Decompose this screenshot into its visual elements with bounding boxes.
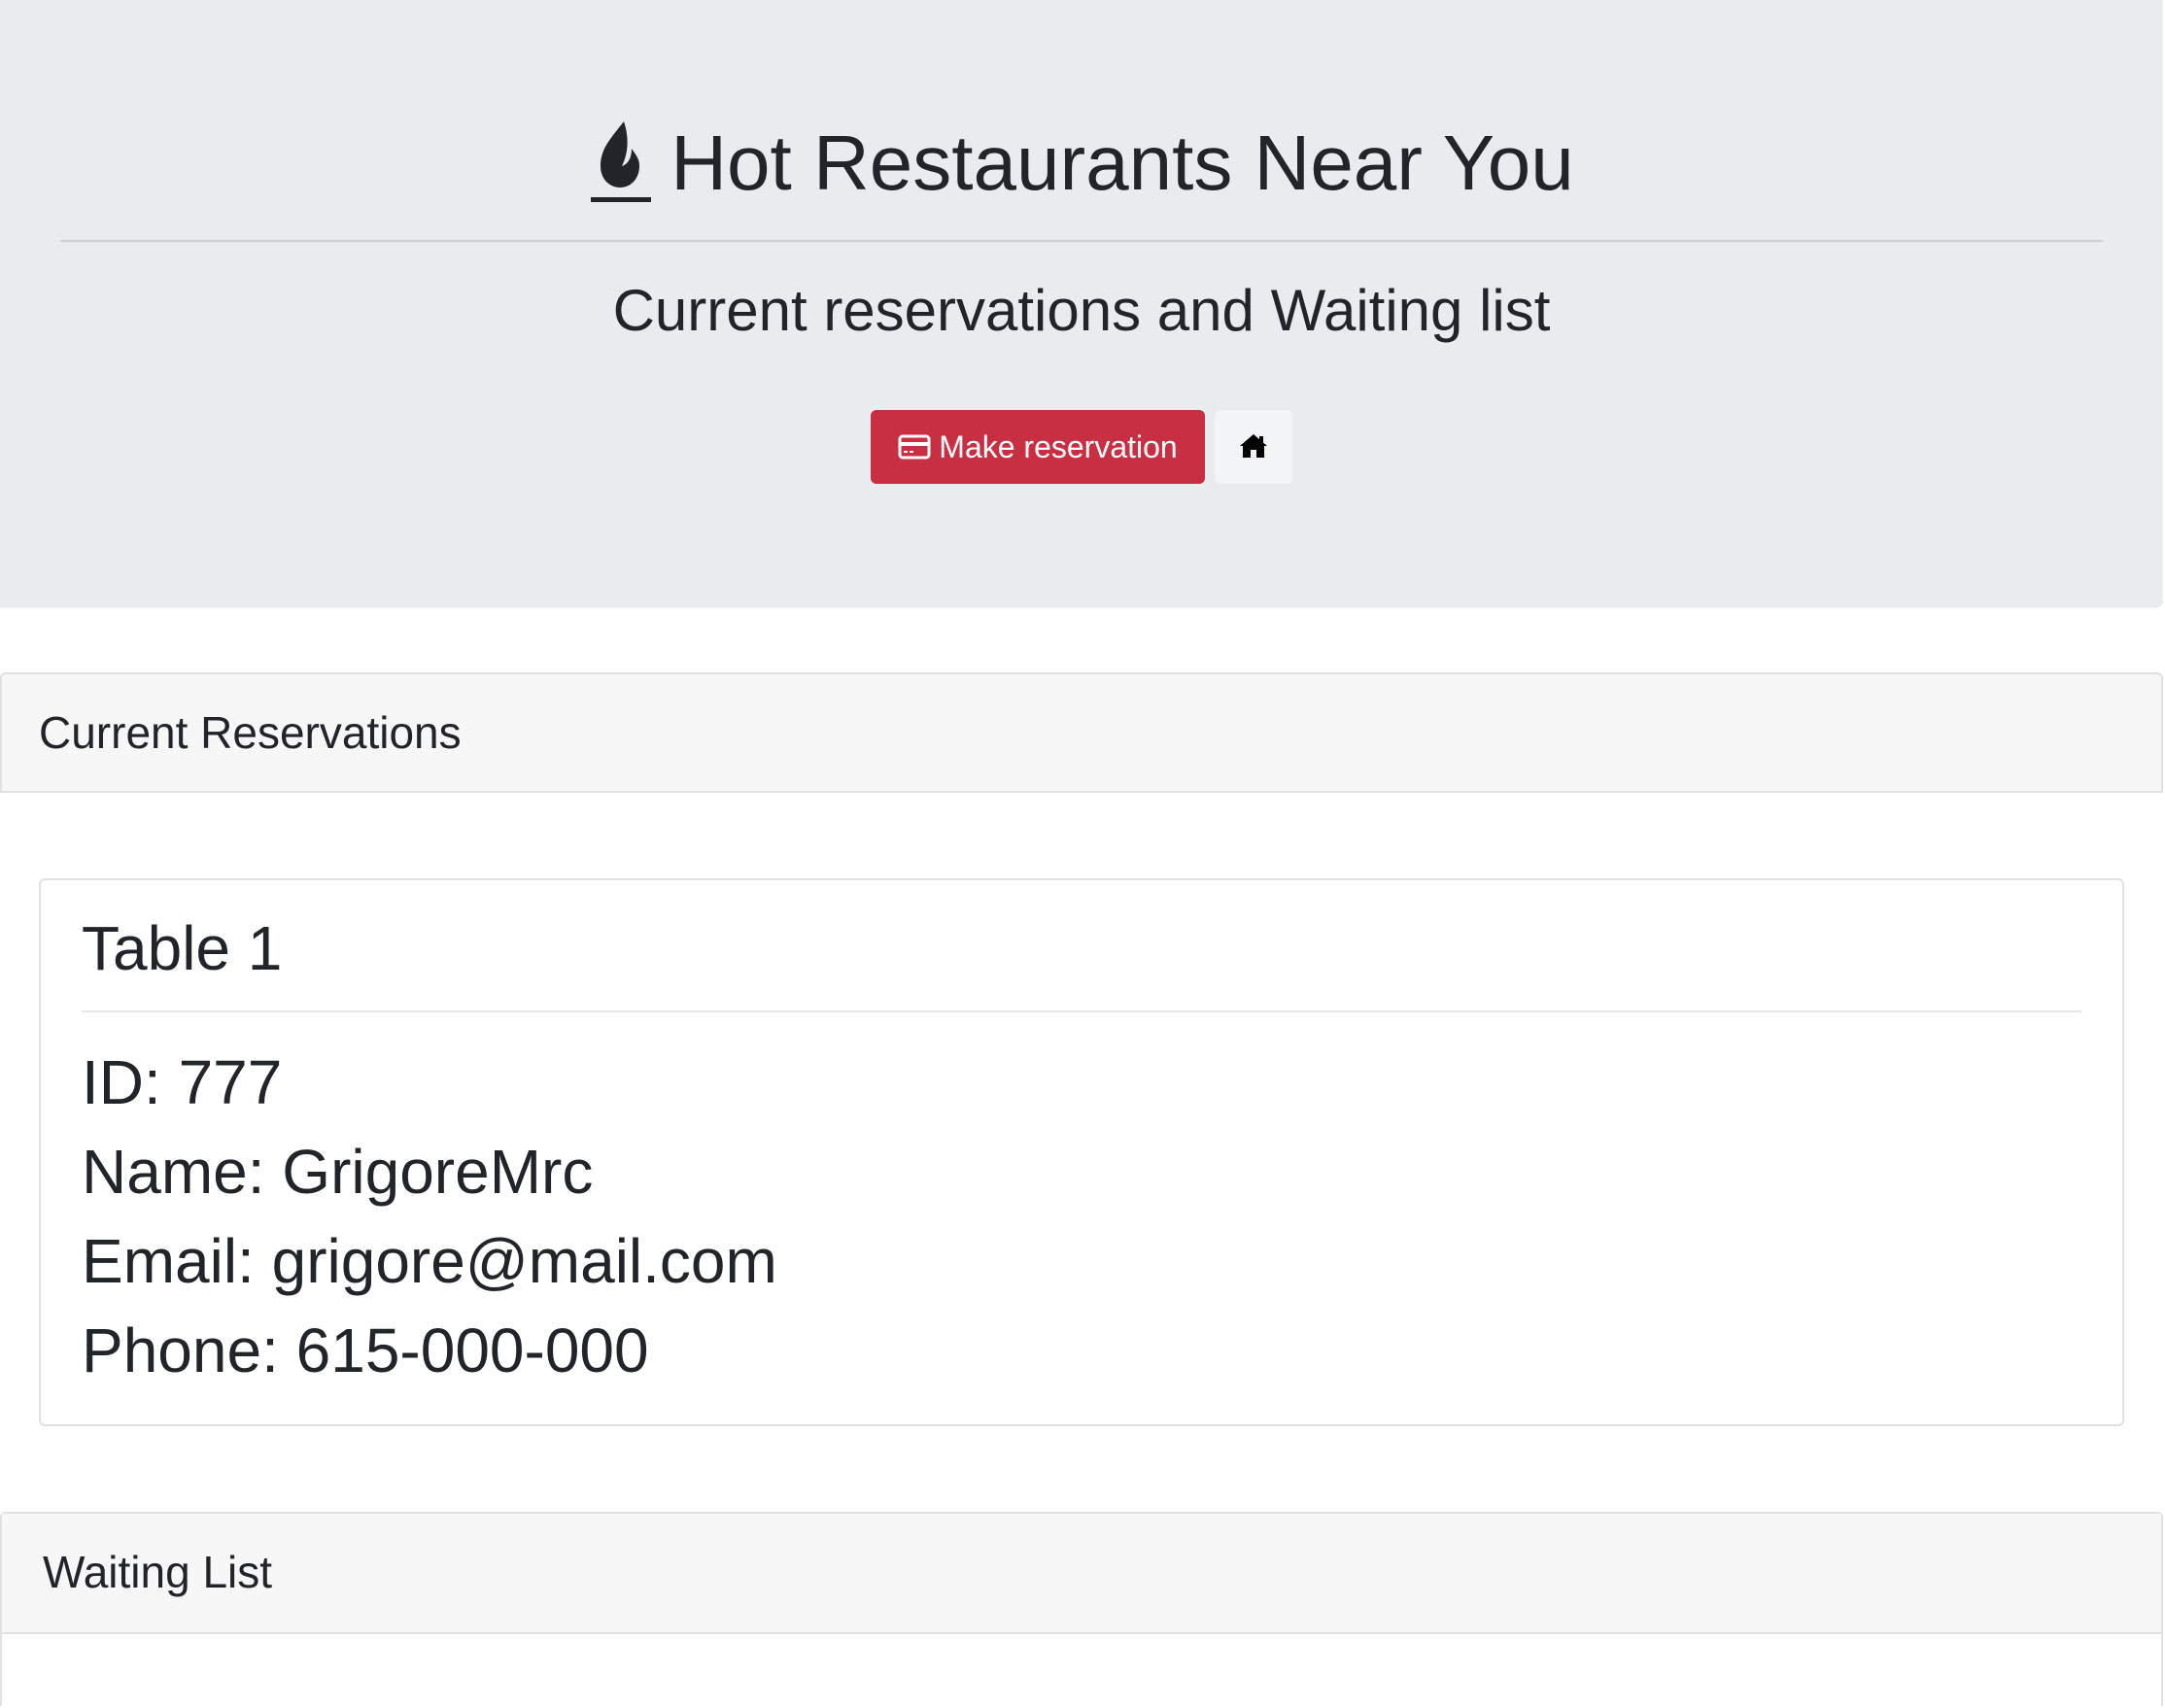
- make-reservation-button[interactable]: Make reservation: [871, 410, 1205, 484]
- header-divider: [60, 240, 2103, 242]
- waiting-list-card: Waiting List: [0, 1512, 2163, 1708]
- reservation-phone: Phone: 615-000-000: [82, 1315, 649, 1385]
- jumbotron-header: Hot Restaurants Near You Current reserva…: [0, 0, 2163, 608]
- credit-card-icon: [898, 434, 931, 460]
- reservation-name: Name: GrigoreMrc: [82, 1137, 594, 1207]
- page-title: Hot Restaurants Near You: [0, 115, 2163, 213]
- page-subtitle: Current reservations and Waiting list: [612, 278, 1551, 343]
- waiting-list-heading: Waiting List: [43, 1547, 273, 1597]
- fire-icon: [591, 120, 652, 202]
- home-icon: [1240, 434, 1267, 458]
- waiting-list-body: [2, 1634, 2161, 1708]
- current-reservations-heading: Current Reservations: [39, 707, 462, 758]
- table-divider: [82, 1010, 2081, 1012]
- page-title-text: Hot Restaurants Near You: [670, 120, 1574, 206]
- reservation-email: Email: grigore@mail.com: [82, 1226, 777, 1296]
- waiting-list-header: Waiting List: [2, 1514, 2161, 1634]
- home-button[interactable]: [1215, 410, 1292, 484]
- current-reservations-header: Current Reservations: [0, 672, 2163, 793]
- reservation-card: Table 1 ID: 777 Name: GrigoreMrc Email: …: [39, 878, 2124, 1426]
- table-title: Table 1: [82, 913, 283, 983]
- reservation-id: ID: 777: [82, 1047, 283, 1117]
- make-reservation-label: Make reservation: [939, 429, 1178, 464]
